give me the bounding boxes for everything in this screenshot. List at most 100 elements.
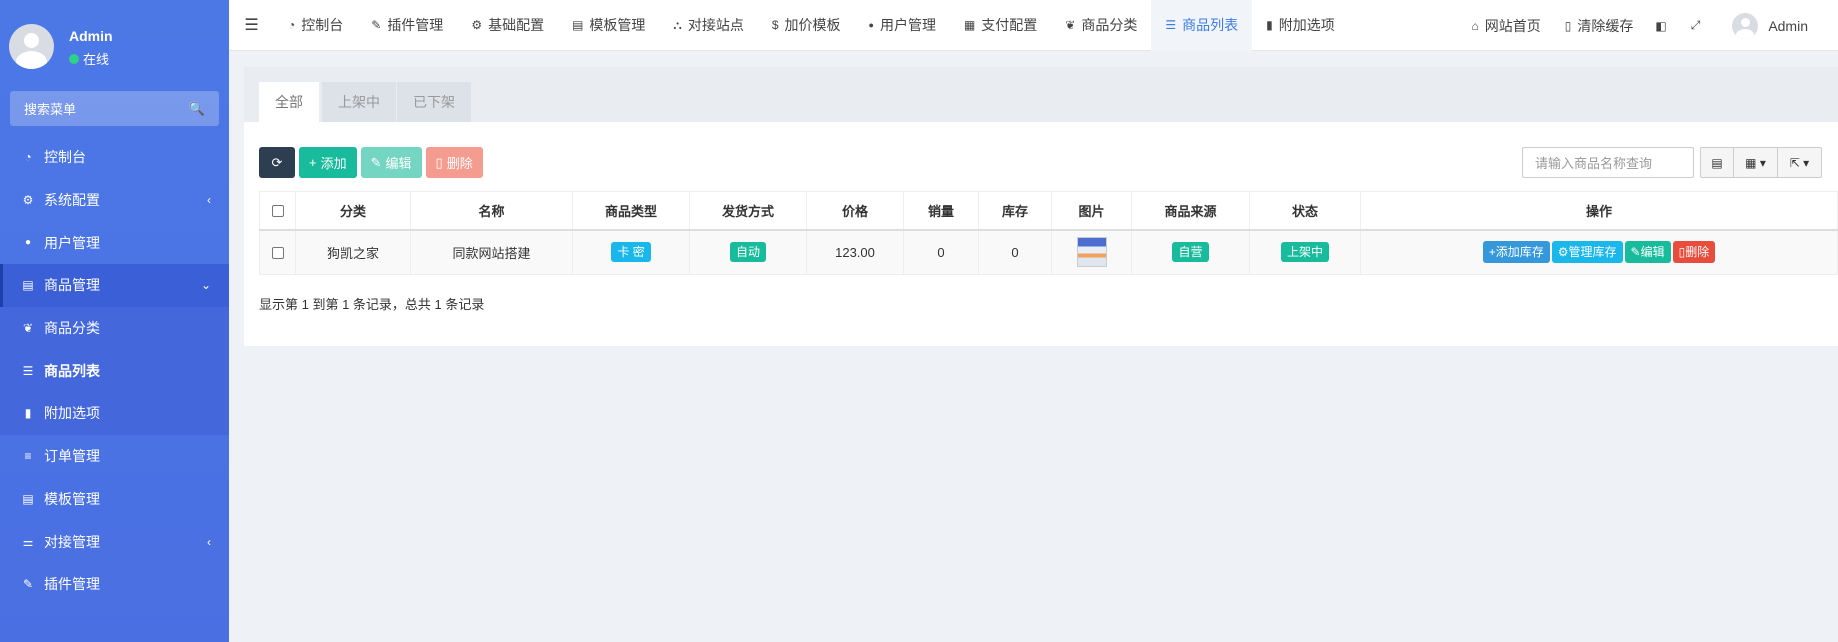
edit-button[interactable]: ✎ 编辑 [360, 147, 422, 178]
cell-status: 上架中 [1249, 229, 1361, 275]
fullscreen-button[interactable]: ⤢ [1679, 0, 1713, 51]
col-sales[interactable]: 销量 [903, 191, 979, 231]
tab-label: 加价模板 [784, 17, 841, 33]
columns-icon: ▦ ▾ [1745, 155, 1766, 170]
tab-goods-list[interactable]: ☰ 商品列表 [1151, 0, 1253, 51]
sidebar-item-label: 订单管理 [44, 448, 100, 465]
sidebar-item-system-config[interactable]: ⚙ 系统配置 ‹ [0, 179, 229, 222]
user-menu[interactable]: Admin [1712, 0, 1838, 51]
add-button[interactable]: + 添加 [299, 147, 357, 178]
goods-submenu: ❦ 商品分类 ☰ 商品列表 ▮ 附加选项 [0, 306, 229, 435]
tab-basic-config[interactable]: ⚙ 基础配置 [457, 0, 558, 51]
tab-label: 用户管理 [879, 17, 936, 33]
cell-stock: 0 [978, 229, 1052, 275]
cell-sales: 0 [903, 229, 979, 275]
plus-icon: + [309, 155, 317, 170]
add-label: 添加 [320, 156, 347, 171]
col-category[interactable]: 分类 [295, 191, 411, 231]
sidebar-item-goods[interactable]: ▤ 商品管理 ⌄ [0, 264, 229, 307]
goods-table: 分类 名称 商品类型 发货方式 价格 销量 库存 图片 商品来源 状态 操作 狗… [259, 191, 1838, 275]
trash-icon: ▯ [1564, 18, 1572, 33]
tab-all[interactable]: 全部 [259, 82, 319, 122]
language-icon: ◧ [1655, 18, 1667, 33]
col-price[interactable]: 价格 [806, 191, 904, 231]
cell-price: 123.00 [806, 229, 904, 275]
add-stock-button[interactable]: +添加库存 [1482, 241, 1550, 264]
tab-off-sale[interactable]: 已下架 [397, 82, 471, 122]
tab-label: 控制台 [301, 17, 344, 33]
manage-stock-label: 管理库存 [1568, 245, 1617, 260]
col-type[interactable]: 商品类型 [572, 191, 690, 231]
tab-dashboard[interactable]: ◔ 控制台 [274, 0, 357, 51]
delete-button[interactable]: ▯ 删除 [425, 147, 483, 178]
cogs-icon: ⚙ [1557, 245, 1569, 260]
sidebar-item-plugins[interactable]: ✎ 插件管理 [0, 563, 229, 606]
sidebar-item-goods-list[interactable]: ☰ 商品列表 [0, 349, 229, 392]
tab-label: 商品分类 [1081, 17, 1138, 33]
col-source[interactable]: 商品来源 [1131, 191, 1250, 231]
tab-users[interactable]: ● 用户管理 [855, 0, 950, 51]
tab-docking-sites[interactable]: ⛬ 对接站点 [659, 0, 757, 51]
sidebar-item-label: 商品分类 [44, 320, 100, 337]
sidebar-item-users[interactable]: ● 用户管理 [0, 221, 229, 264]
table-toolbar: ⟳ + 添加 ✎ 编辑 ▯ 删除 [259, 147, 483, 178]
cell-delivery: 自动 [689, 229, 807, 275]
row-edit-button[interactable]: ✎编辑 [1624, 241, 1671, 264]
sidebar-item-goods-category[interactable]: ❦ 商品分类 [0, 307, 229, 350]
dashboard-icon: ◔ [288, 18, 296, 32]
chevron-left-icon: ‹ [207, 534, 211, 549]
site-home-link[interactable]: ⌂ 网站首页 [1458, 0, 1555, 51]
menu-search-input[interactable]: 搜索菜单 🔍 [10, 91, 219, 126]
tab-payment-config[interactable]: ▦ 支付配置 [950, 0, 1051, 51]
row-delete-button[interactable]: ▯删除 [1672, 241, 1716, 264]
col-status[interactable]: 状态 [1249, 191, 1361, 231]
tab-label: 模板管理 [589, 17, 646, 33]
select-all-checkbox[interactable] [271, 205, 284, 218]
tab-templates[interactable]: ▤ 模板管理 [558, 0, 659, 51]
add-stock-label: 添加库存 [1495, 245, 1544, 260]
sidebar-item-dashboard[interactable]: ◔ 控制台 [0, 136, 229, 179]
edit-label: 编辑 [385, 156, 412, 171]
row-delete-label: 删除 [1685, 245, 1710, 260]
export-icon: ⇱ ▾ [1789, 155, 1810, 170]
chevron-left-icon: ‹ [207, 193, 211, 208]
refresh-icon: ⟳ [271, 154, 283, 170]
goods-thumbnail[interactable] [1076, 237, 1107, 268]
sidebar-toggle-button[interactable]: ☰ [229, 0, 274, 51]
search-icon[interactable]: 🔍 [189, 101, 205, 117]
sidebar-item-templates[interactable]: ▤ 模板管理 [0, 478, 229, 521]
leaf-icon: ❦ [1065, 18, 1076, 32]
manage-stock-button[interactable]: ⚙管理库存 [1551, 241, 1623, 264]
clear-cache-button[interactable]: ▯ 清除缓存 [1555, 0, 1644, 51]
sidebar-item-docking[interactable]: ⚌ 对接管理 ‹ [0, 520, 229, 563]
row-checkbox[interactable] [271, 247, 284, 260]
tab-plugins[interactable]: ✎ 插件管理 [357, 0, 457, 51]
tab-markup-templates[interactable]: $ 加价模板 [758, 0, 855, 51]
goods-search-input[interactable]: 请输入商品名称查询 [1522, 147, 1694, 178]
tab-on-sale[interactable]: 上架中 [322, 82, 396, 122]
plug-icon: ✎ [371, 18, 382, 32]
sidebar-item-orders[interactable]: ≡ 订单管理 [0, 435, 229, 478]
user-status: 在线 [69, 49, 109, 68]
refresh-button[interactable]: ⟳ [259, 147, 295, 178]
goods-search-placeholder: 请输入商品名称查询 [1535, 156, 1653, 171]
bookmark-icon: ▮ [24, 406, 32, 421]
tab-extra-options[interactable]: ▮ 附加选项 [1252, 0, 1349, 51]
col-delivery[interactable]: 发货方式 [689, 191, 807, 231]
export-button[interactable]: ⇱ ▾ [1778, 147, 1822, 178]
col-name[interactable]: 名称 [410, 191, 573, 231]
online-dot-icon [69, 53, 79, 64]
col-stock[interactable]: 库存 [978, 191, 1052, 231]
tab-goods-category[interactable]: ❦ 商品分类 [1051, 0, 1151, 51]
columns-button[interactable]: ▦ ▾ [1734, 147, 1778, 178]
sidebar-item-extra-options[interactable]: ▮ 附加选项 [0, 392, 229, 435]
leaf-icon: ❦ [22, 321, 34, 336]
menu-search-placeholder: 搜索菜单 [24, 102, 77, 117]
table-header-row: 分类 名称 商品类型 发货方式 价格 销量 库存 图片 商品来源 状态 操作 [259, 191, 1838, 231]
status-badge[interactable]: 上架中 [1280, 242, 1329, 263]
table-row: 狗凯之家 同款网站搭建 卡 密 自动 123.00 0 0 自营 上架中 +添加… [259, 229, 1838, 275]
toggle-view-button[interactable]: ▤ [1700, 147, 1734, 178]
row-select-cell [259, 229, 296, 275]
home-icon: ⌂ [1471, 18, 1479, 33]
language-switch-button[interactable]: ◧ [1643, 0, 1678, 51]
